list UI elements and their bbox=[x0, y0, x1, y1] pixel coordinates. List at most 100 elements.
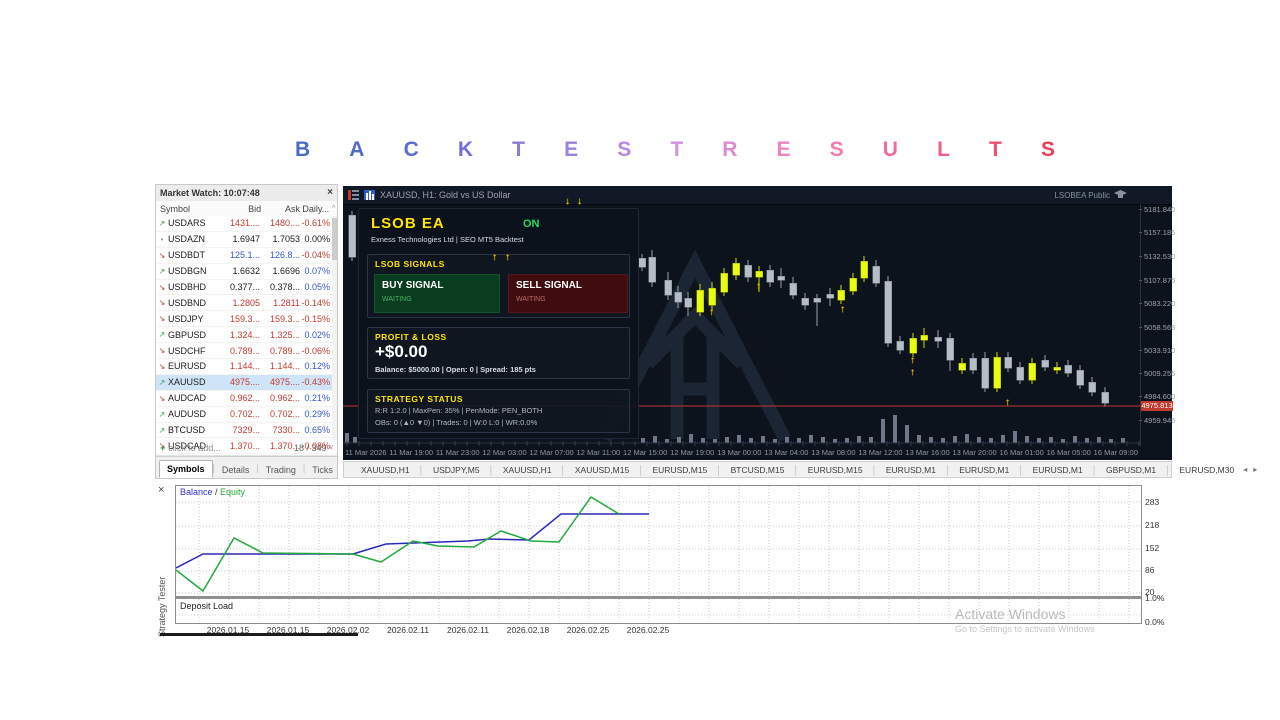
table-row-eurusd[interactable]: ↘ EURUSD 1.144... 1.144... 0.12% bbox=[156, 359, 337, 375]
time-tick: 13 Mar 20:00 bbox=[952, 448, 997, 457]
symbol-cell: AUDUSD bbox=[168, 409, 207, 420]
balance-equity-plot bbox=[175, 486, 1141, 596]
buy-arrow-marker: ↑ bbox=[505, 252, 510, 263]
chart-tab-2[interactable]: XAUUSD,H1 bbox=[494, 465, 561, 475]
time-tick: 12 Mar 11:00 bbox=[576, 448, 621, 457]
chart-tab-0[interactable]: XAUUSD,H1 bbox=[352, 465, 419, 475]
chart-tab-4[interactable]: EURUSD,M15 bbox=[644, 465, 717, 475]
column-daily: Daily... bbox=[302, 203, 330, 214]
buy-signal-state: WAITING bbox=[382, 296, 412, 303]
symbol-cell: XAUUSD bbox=[168, 377, 206, 388]
chart-tab-3[interactable]: XAUUSD,M15 bbox=[566, 465, 638, 475]
title-letter: A bbox=[349, 138, 365, 161]
candle bbox=[872, 260, 880, 287]
legend-separator: / bbox=[212, 487, 221, 497]
candle bbox=[1041, 355, 1049, 371]
table-row-usdazn[interactable]: • USDAZN 1.6947 1.7053 0.00% bbox=[156, 232, 337, 248]
price-tick: 5181.840 bbox=[1138, 205, 1176, 214]
buy-arrow-marker: ↑ bbox=[840, 304, 845, 315]
ask-cell: 1.325... bbox=[269, 329, 300, 340]
market-watch-header: Symbol Bid Ask Daily... ^ bbox=[156, 201, 337, 217]
candle bbox=[720, 268, 728, 296]
table-row-usdchf[interactable]: ↘ USDCHF 0.789... 0.789... -0.06% bbox=[156, 343, 337, 360]
table-row-usdbhd[interactable]: ↘ USDBHD 0.377... 0.378... 0.05% bbox=[156, 280, 337, 296]
table-row-usdjpy[interactable]: ↘ USDJPY 159.3... 159.3... -0.15% bbox=[156, 311, 337, 328]
arrow-down-icon: ↘ bbox=[158, 361, 166, 371]
table-row-usdbdt[interactable]: ↘ USDBDT 125.1... 126.8... -0.04% bbox=[156, 248, 337, 264]
candle bbox=[849, 273, 857, 295]
ea-strategy-heading: STRATEGY STATUS bbox=[375, 394, 464, 404]
candle bbox=[744, 260, 752, 282]
chart-tab-6[interactable]: EURUSD,M15 bbox=[799, 465, 872, 475]
scroll-down-icon[interactable]: v bbox=[330, 444, 334, 451]
bid-cell: 159.3... bbox=[229, 313, 260, 324]
title-letter: B bbox=[295, 138, 311, 161]
buy-arrow-marker: ↑ bbox=[492, 252, 497, 263]
scroll-up-icon[interactable]: ^ bbox=[330, 205, 337, 212]
title-letter: R bbox=[722, 138, 738, 161]
title-letter: U bbox=[882, 138, 898, 161]
tab-ticks[interactable]: Ticks bbox=[305, 462, 340, 478]
tab-details[interactable]: Details bbox=[215, 462, 257, 478]
legend-equity: Equity bbox=[220, 487, 246, 497]
symbol-cell: USDBHD bbox=[168, 282, 207, 292]
candle bbox=[884, 276, 892, 347]
chart-panel: XAUUSD, H1: Gold vs US Dollar LSOBEA Pub… bbox=[343, 186, 1176, 460]
activate-windows-watermark: Activate Windows bbox=[955, 606, 1066, 622]
ask-cell: 1.144... bbox=[269, 361, 300, 372]
table-row-gbpusd[interactable]: ↗ GBPUSD 1.324... 1.325... 0.02% bbox=[156, 327, 337, 344]
ea-strategy-line2: OBs: 0 (▲0 ▼0) | Trades: 0 | W:0 L:0 | W… bbox=[375, 418, 538, 427]
tab-trading[interactable]: Trading bbox=[259, 462, 303, 478]
arrow-down-icon: ↘ bbox=[158, 298, 166, 308]
account-label: LSOBEA Public bbox=[1054, 190, 1110, 200]
bid-cell: 4975.... bbox=[229, 377, 260, 388]
ask-cell: 4975.... bbox=[269, 377, 300, 388]
candle bbox=[969, 353, 977, 374]
buy-signal-label: BUY SIGNAL bbox=[382, 280, 444, 291]
price-tick: 5083.220 bbox=[1138, 299, 1176, 308]
chart-tab-9[interactable]: EURUSD,M1 bbox=[1024, 465, 1092, 475]
market-watch-footer: + click to add... 18 / 349 v bbox=[156, 440, 337, 456]
table-row-usdars[interactable]: ↗ USDARS 1431.... 1480.... -0.61% bbox=[156, 216, 337, 232]
title-letter: S bbox=[617, 138, 632, 161]
scrollbar[interactable] bbox=[332, 216, 337, 440]
chart-tab-11[interactable]: EURUSD,M30 bbox=[1170, 465, 1243, 475]
chart-tab-8[interactable]: EURUSD,M1 bbox=[950, 465, 1018, 475]
date-tick: 2026.02.02 bbox=[326, 625, 370, 635]
time-tick: 13 Mar 16:00 bbox=[905, 448, 950, 457]
symbol-cell: USDCHF bbox=[168, 345, 206, 356]
chart-tab-7[interactable]: EURUSD,M1 bbox=[877, 465, 945, 475]
market-watch-rows: ↗ USDARS 1431.... 1480.... -0.61% • USDAZN 1.69… bbox=[156, 216, 337, 455]
scrollbar-thumb[interactable] bbox=[332, 218, 337, 260]
price-tick: 5157.185 bbox=[1138, 228, 1176, 237]
chart-tab-5[interactable]: BTCUSD,M15 bbox=[722, 465, 794, 475]
daily-cell: 0.05% bbox=[304, 282, 330, 292]
click-to-add-link[interactable]: click to add... bbox=[168, 443, 221, 453]
symbol-cell: USDBGN bbox=[168, 266, 207, 277]
symbol-cell: AUDCAD bbox=[168, 393, 207, 404]
time-tick: 13 Mar 12:00 bbox=[858, 448, 903, 457]
table-row-audcad[interactable]: ↘ AUDCAD 0.962... 0.962... 0.21% bbox=[156, 391, 337, 407]
candle bbox=[826, 288, 834, 306]
table-row-xauusd[interactable]: ↗ XAUUSD 4975.... 4975.... -0.43% bbox=[156, 374, 337, 391]
arrow-up-icon: ↗ bbox=[158, 218, 166, 228]
table-row-btcusd[interactable]: ↗ BTCUSD 7329... 7330... 0.65% bbox=[156, 423, 337, 439]
arrow-up-icon: ↗ bbox=[158, 425, 166, 435]
time-tick: 12 Mar 19:00 bbox=[670, 448, 715, 457]
current-price-tag: 4975.813 bbox=[1141, 401, 1173, 411]
close-icon[interactable]: × bbox=[327, 188, 333, 198]
close-icon[interactable]: × bbox=[158, 484, 164, 496]
table-row-usdbgn[interactable]: ↗ USDBGN 1.6632 1.6696 0.07% bbox=[156, 264, 337, 280]
chart-tab-10[interactable]: GBPUSD,M1 bbox=[1097, 465, 1165, 475]
date-tick: 2026.01.15 bbox=[266, 625, 310, 635]
ask-cell: 1.2811 bbox=[273, 297, 300, 308]
table-row-usdbnd[interactable]: ↘ USDBND 1.2805 1.2811 -0.14% bbox=[156, 295, 337, 312]
market-watch-tabs: Symbols | Details | Trading | Ticks bbox=[156, 456, 337, 478]
nav-left-icon[interactable]: ◂ bbox=[1243, 465, 1247, 474]
price-axis: 5181.840 5157.185 5132.530 5107.875 5083.220… bbox=[1138, 204, 1176, 446]
chart-legend: Balance / Equity bbox=[180, 487, 245, 497]
nav-right-icon[interactable]: ▸ bbox=[1253, 465, 1257, 474]
table-row-audusd[interactable]: ↗ AUDUSD 0.702... 0.702... 0.29% bbox=[156, 407, 337, 423]
chart-tab-1[interactable]: USDJPY,M5 bbox=[424, 465, 489, 475]
tab-symbols[interactable]: Symbols bbox=[159, 460, 213, 478]
